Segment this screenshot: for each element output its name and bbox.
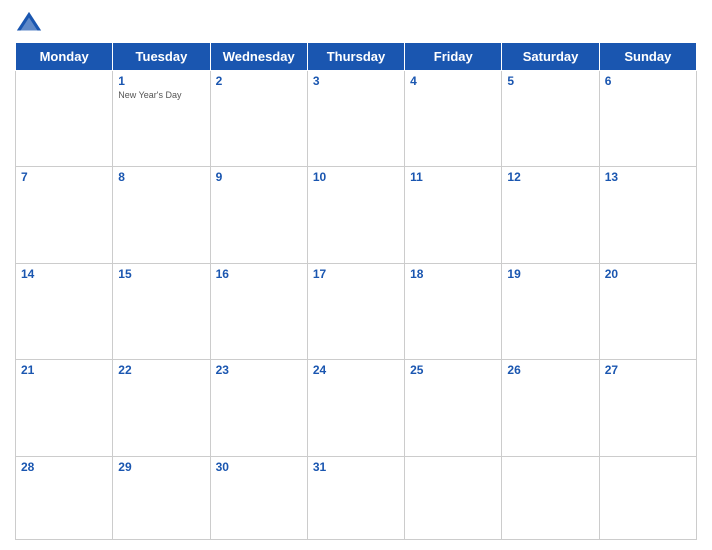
calendar-cell: 8 bbox=[113, 167, 210, 263]
logo bbox=[15, 10, 47, 38]
calendar-cell: 28 bbox=[16, 456, 113, 539]
logo-icon bbox=[15, 10, 43, 38]
day-number: 26 bbox=[507, 363, 593, 377]
day-number: 23 bbox=[216, 363, 302, 377]
day-number: 21 bbox=[21, 363, 107, 377]
day-number: 5 bbox=[507, 74, 593, 88]
calendar-cell: 11 bbox=[405, 167, 502, 263]
weekday-header-wednesday: Wednesday bbox=[210, 43, 307, 71]
day-number: 31 bbox=[313, 460, 399, 474]
calendar-cell bbox=[16, 71, 113, 167]
day-number: 7 bbox=[21, 170, 107, 184]
calendar-cell: 9 bbox=[210, 167, 307, 263]
calendar-cell: 12 bbox=[502, 167, 599, 263]
calendar-cell: 24 bbox=[307, 360, 404, 456]
calendar-cell: 14 bbox=[16, 263, 113, 359]
weekday-header-saturday: Saturday bbox=[502, 43, 599, 71]
calendar-cell: 21 bbox=[16, 360, 113, 456]
calendar-cell bbox=[405, 456, 502, 539]
calendar-cell: 15 bbox=[113, 263, 210, 359]
calendar-cell: 27 bbox=[599, 360, 696, 456]
day-number: 20 bbox=[605, 267, 691, 281]
calendar-cell bbox=[502, 456, 599, 539]
day-number: 27 bbox=[605, 363, 691, 377]
calendar-cell: 20 bbox=[599, 263, 696, 359]
weekday-header-row: MondayTuesdayWednesdayThursdayFridaySatu… bbox=[16, 43, 697, 71]
calendar-cell: 17 bbox=[307, 263, 404, 359]
weekday-header-monday: Monday bbox=[16, 43, 113, 71]
day-number: 11 bbox=[410, 170, 496, 184]
day-number: 8 bbox=[118, 170, 204, 184]
day-number: 10 bbox=[313, 170, 399, 184]
calendar-cell: 4 bbox=[405, 71, 502, 167]
weekday-header-tuesday: Tuesday bbox=[113, 43, 210, 71]
day-number: 14 bbox=[21, 267, 107, 281]
calendar-cell: 6 bbox=[599, 71, 696, 167]
calendar-cell: 31 bbox=[307, 456, 404, 539]
week-row-5: 28 29 30 31 bbox=[16, 456, 697, 539]
page-header bbox=[15, 10, 697, 38]
day-number: 28 bbox=[21, 460, 107, 474]
day-number: 29 bbox=[118, 460, 204, 474]
day-number: 17 bbox=[313, 267, 399, 281]
calendar-cell: 19 bbox=[502, 263, 599, 359]
weekday-header-friday: Friday bbox=[405, 43, 502, 71]
day-number: 2 bbox=[216, 74, 302, 88]
calendar-table: MondayTuesdayWednesdayThursdayFridaySatu… bbox=[15, 42, 697, 540]
calendar-cell: 3 bbox=[307, 71, 404, 167]
day-number: 22 bbox=[118, 363, 204, 377]
day-number: 24 bbox=[313, 363, 399, 377]
day-number: 9 bbox=[216, 170, 302, 184]
calendar-cell bbox=[599, 456, 696, 539]
calendar-cell: 18 bbox=[405, 263, 502, 359]
week-row-2: 789 10 11 12 13 bbox=[16, 167, 697, 263]
calendar-cell: 16 bbox=[210, 263, 307, 359]
weekday-header-sunday: Sunday bbox=[599, 43, 696, 71]
day-number: 30 bbox=[216, 460, 302, 474]
calendar-cell: 23 bbox=[210, 360, 307, 456]
day-number: 25 bbox=[410, 363, 496, 377]
day-number: 16 bbox=[216, 267, 302, 281]
day-number: 1 bbox=[118, 74, 204, 88]
calendar-cell: 1 New Year's Day bbox=[113, 71, 210, 167]
day-number: 19 bbox=[507, 267, 593, 281]
calendar-cell: 2 bbox=[210, 71, 307, 167]
day-number: 15 bbox=[118, 267, 204, 281]
week-row-1: 1 New Year's Day 23456 bbox=[16, 71, 697, 167]
calendar-cell: 13 bbox=[599, 167, 696, 263]
day-number: 13 bbox=[605, 170, 691, 184]
calendar-cell: 30 bbox=[210, 456, 307, 539]
week-row-4: 21 22 23 24 25 26 27 bbox=[16, 360, 697, 456]
calendar-cell: 25 bbox=[405, 360, 502, 456]
day-number: 12 bbox=[507, 170, 593, 184]
day-number: 18 bbox=[410, 267, 496, 281]
day-number: 4 bbox=[410, 74, 496, 88]
weekday-header-thursday: Thursday bbox=[307, 43, 404, 71]
calendar-cell: 29 bbox=[113, 456, 210, 539]
calendar-cell: 5 bbox=[502, 71, 599, 167]
calendar-cell: 10 bbox=[307, 167, 404, 263]
calendar-cell: 22 bbox=[113, 360, 210, 456]
calendar-cell: 26 bbox=[502, 360, 599, 456]
day-number: 6 bbox=[605, 74, 691, 88]
holiday-label: New Year's Day bbox=[118, 90, 204, 100]
calendar-cell: 7 bbox=[16, 167, 113, 263]
day-number: 3 bbox=[313, 74, 399, 88]
week-row-3: 14 15 16 17 18 19 20 bbox=[16, 263, 697, 359]
